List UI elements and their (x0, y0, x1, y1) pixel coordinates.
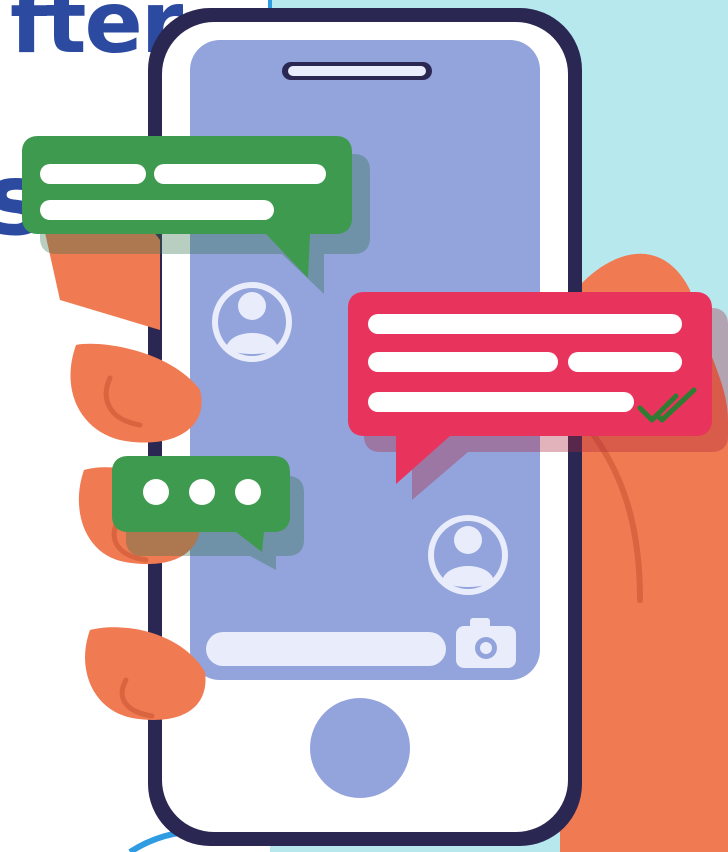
user-avatar-icon (212, 282, 292, 362)
typing-bubble (112, 456, 304, 570)
phone-chat-illustration (22, 8, 728, 852)
home-button-icon[interactable] (310, 698, 410, 798)
message-input-bar[interactable] (206, 632, 446, 666)
typing-dots-icon (143, 479, 261, 505)
user-avatar-icon (428, 515, 508, 595)
illustration-stage: fter s (0, 0, 728, 852)
